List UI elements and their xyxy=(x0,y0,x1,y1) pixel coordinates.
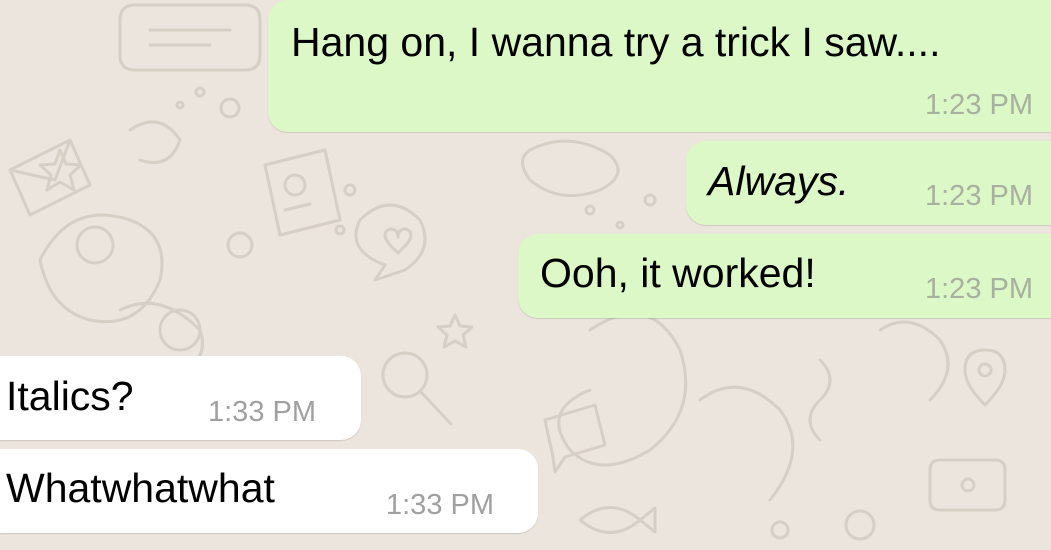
message-timestamp: 1:23 PM xyxy=(925,273,1033,305)
message-timestamp: 1:33 PM xyxy=(208,396,316,428)
message-text: Whatwhatwhat xyxy=(6,465,275,511)
chat-background: Hang on, I wanna try a trick I saw.... 1… xyxy=(0,0,1051,550)
message-timestamp: 1:33 PM xyxy=(386,489,494,521)
message-bubble-outgoing[interactable]: Ooh, it worked! 1:23 PM xyxy=(518,234,1051,318)
message-bubble-incoming[interactable]: Whatwhatwhat 1:33 PM xyxy=(0,449,538,533)
message-bubble-incoming[interactable]: Italics? 1:33 PM xyxy=(0,356,361,440)
message-bubble-outgoing[interactable]: Always. 1:23 PM xyxy=(686,141,1051,225)
message-timestamp: 1:23 PM xyxy=(925,89,1033,121)
message-timestamp: 1:23 PM xyxy=(925,180,1033,212)
message-text: Always. xyxy=(708,158,850,204)
message-text: Ooh, it worked! xyxy=(540,250,816,296)
message-bubble-outgoing[interactable]: Hang on, I wanna try a trick I saw.... 1… xyxy=(268,0,1051,132)
message-text: Hang on, I wanna try a trick I saw.... xyxy=(291,19,941,65)
message-text: Italics? xyxy=(6,373,134,419)
